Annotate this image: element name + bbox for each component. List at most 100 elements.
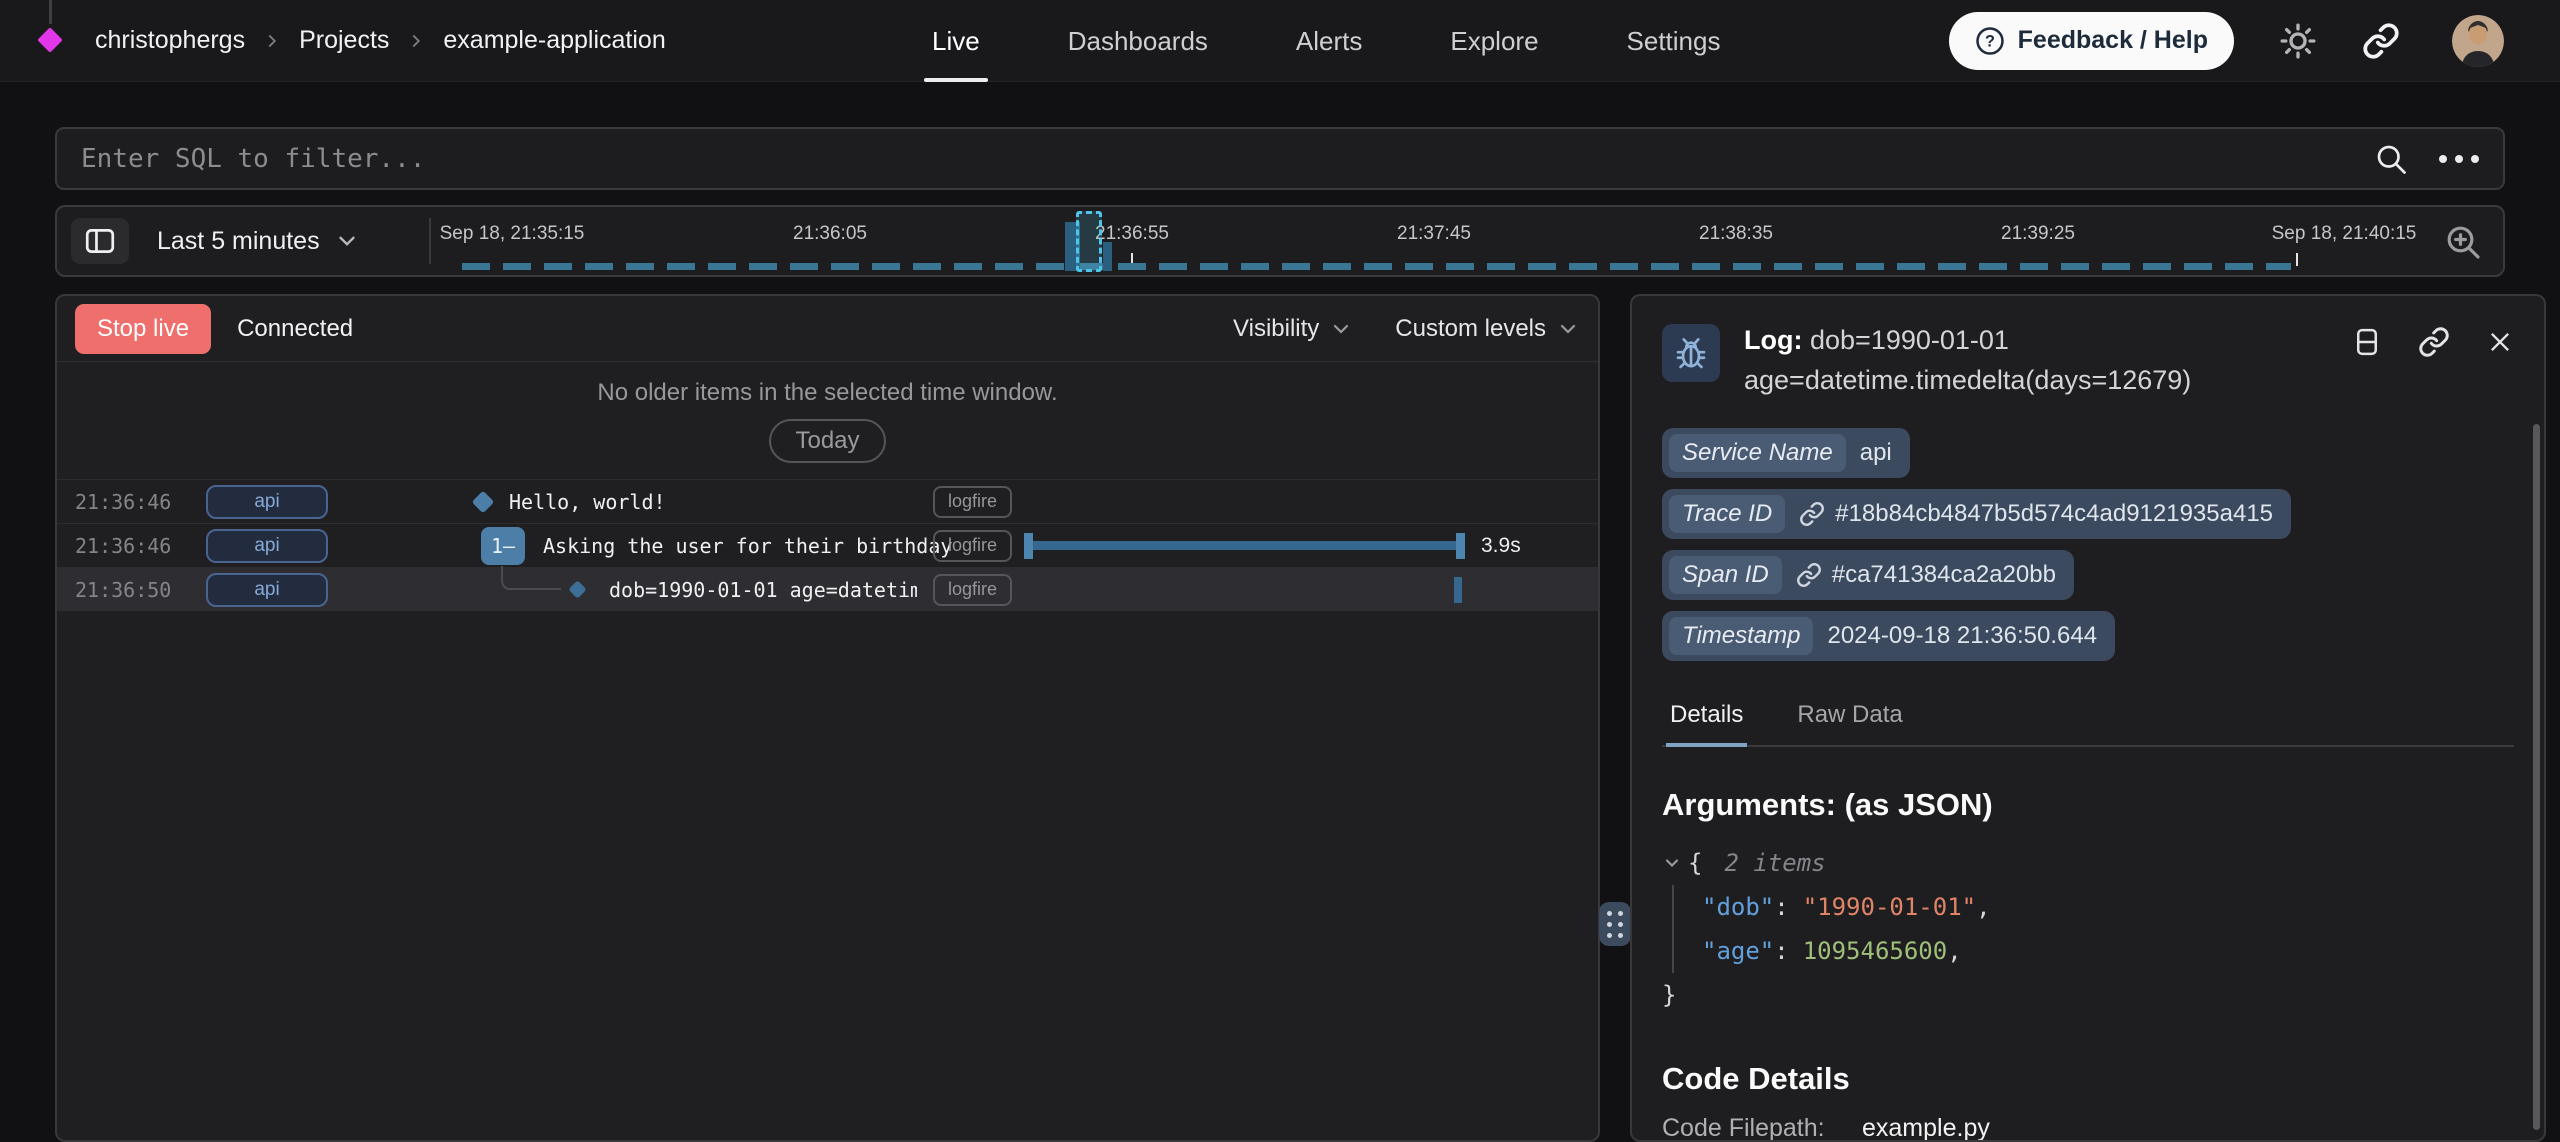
close-panel-button[interactable]	[2486, 328, 2514, 356]
sql-filter-bar	[55, 127, 2505, 190]
stop-live-button[interactable]: Stop live	[75, 304, 211, 354]
sidebar-toggle-button[interactable]	[71, 218, 129, 264]
feedback-help-label: Feedback / Help	[2018, 26, 2208, 55]
scope-badge[interactable]: logfire	[933, 530, 1012, 562]
scrollbar-thumb[interactable]	[2533, 424, 2540, 1130]
timeline-histogram-baseline[interactable]	[462, 263, 2291, 270]
arguments-json-viewer: { 2 items "dob":"1990-01-01", "age":1095…	[1662, 841, 2514, 1017]
trace-id-badge[interactable]: Trace ID #18b84cb4847b5d574c4ad9121935a4…	[1662, 489, 2291, 539]
chevron-down-icon	[1556, 317, 1580, 341]
chevron-right-icon	[261, 30, 283, 52]
scope-badge[interactable]: logfire	[933, 574, 1012, 606]
filter-actions	[2373, 141, 2479, 177]
span-duration-bar[interactable]	[1024, 533, 1465, 559]
log-diamond-icon	[568, 580, 586, 598]
detail-title: Log: dob=1990-01-01 age=datetime.timedel…	[1744, 320, 2191, 400]
tree-connector	[501, 566, 561, 590]
user-avatar[interactable]	[2452, 15, 2504, 67]
live-controls: Stop live Connected Visibility Custom le…	[57, 296, 1598, 362]
split-view-button[interactable]	[2352, 327, 2382, 357]
breadcrumb-projects[interactable]: Projects	[299, 26, 389, 55]
collapse-children-badge[interactable]: 1–	[481, 527, 525, 565]
code-filepath-label: Code Filepath:	[1662, 1114, 1862, 1142]
tab-details[interactable]: Details	[1666, 691, 1747, 747]
breadcrumb-org[interactable]: christophergs	[95, 26, 245, 55]
log-row[interactable]: 21:36:46 api 1– Asking the user for thei…	[57, 523, 1598, 567]
service-badge[interactable]: api	[206, 529, 328, 563]
tab-settings[interactable]: Settings	[1627, 0, 1721, 82]
log-timestamp: 21:36:50	[75, 578, 171, 602]
timeline-tick: 21:36:05	[793, 223, 867, 245]
share-link-button[interactable]	[2362, 22, 2400, 60]
timeline-tick: 21:38:35	[1699, 223, 1773, 245]
logo-stem	[49, 0, 52, 24]
log-detail-panel: Log: dob=1990-01-01 age=datetime.timedel…	[1630, 294, 2546, 1142]
question-circle-icon: ?	[1975, 26, 2005, 56]
service-badge[interactable]: api	[206, 573, 328, 607]
timeline-selected-range[interactable]	[1076, 211, 1102, 272]
theme-toggle-button[interactable]	[2278, 21, 2318, 61]
time-range-label: Last 5 minutes	[157, 227, 320, 256]
header-actions: ? Feedback / Help	[1949, 12, 2504, 70]
log-kind-icon-box	[1662, 324, 1720, 382]
main-nav: Live Dashboards Alerts Explore Settings	[932, 0, 1720, 82]
span-id-badge[interactable]: Span ID #ca741384ca2a20bb	[1662, 550, 2074, 600]
log-time-marker	[1454, 577, 1462, 603]
search-icon[interactable]	[2373, 141, 2409, 177]
log-message: Asking the user for their birthday	[543, 534, 952, 558]
tab-live[interactable]: Live	[932, 0, 980, 82]
log-row-selected[interactable]: 21:36:50 api dob=1990-01-01 age=datetime…	[57, 567, 1598, 611]
more-options-icon[interactable]	[2439, 155, 2479, 163]
log-timestamp: 21:36:46	[75, 490, 171, 514]
log-rows: 21:36:46 api Hello, world! logfire 21:36…	[57, 479, 1598, 611]
link-icon	[2362, 22, 2400, 60]
timeline-tick: 21:37:45	[1397, 223, 1471, 245]
timeline-tick: 21:39:25	[2001, 223, 2075, 245]
json-open-brace: {	[1688, 849, 1702, 877]
zoom-in-icon	[2443, 222, 2483, 262]
timeline-tick: Sep 18, 21:40:15	[2272, 223, 2417, 245]
log-message: Hello, world!	[509, 490, 666, 514]
breadcrumb-project[interactable]: example-application	[443, 26, 665, 55]
visibility-dropdown[interactable]: Visibility	[1233, 315, 1353, 343]
json-entry: "age":1095465600,	[1702, 929, 2514, 973]
live-log-panel: Stop live Connected Visibility Custom le…	[55, 294, 1600, 1142]
code-filepath-value: example.py	[1862, 1114, 1990, 1142]
timeline-bar: Last 5 minutes Sep 18, 21:35:15 21:36:05…	[55, 205, 2505, 277]
divider	[429, 218, 431, 264]
trace-id-value: #18b84cb4847b5d574c4ad9121935a415	[1835, 500, 2273, 528]
sql-filter-input[interactable]	[81, 144, 2373, 174]
service-badge[interactable]: api	[206, 485, 328, 519]
sidebar-toggle-icon	[83, 224, 117, 258]
json-key: "dob"	[1702, 893, 1774, 921]
collapse-caret-icon[interactable]	[1662, 853, 1682, 873]
badge-value: api	[1860, 439, 1892, 467]
bug-icon	[1672, 334, 1710, 372]
panel-resize-handle[interactable]	[1599, 902, 1631, 946]
tab-dashboards[interactable]: Dashboards	[1068, 0, 1208, 82]
badge-label: Trace ID	[1669, 495, 1785, 533]
custom-levels-dropdown[interactable]: Custom levels	[1395, 315, 1580, 343]
timestamp-value: 2024-09-18 21:36:50.644	[1827, 622, 2097, 650]
detail-badges: Service Name api Trace ID #18b84cb4847b5…	[1662, 428, 2514, 661]
feedback-help-button[interactable]: ? Feedback / Help	[1949, 12, 2234, 70]
link-icon	[2418, 326, 2450, 358]
badge-label: Timestamp	[1669, 617, 1813, 655]
chevron-down-icon	[1329, 317, 1353, 341]
visibility-label: Visibility	[1233, 315, 1319, 343]
timeline-zoom-button[interactable]	[2443, 222, 2483, 262]
svg-text:?: ?	[1985, 32, 1995, 50]
time-range-dropdown[interactable]: Last 5 minutes	[157, 207, 360, 275]
today-button[interactable]: Today	[769, 419, 885, 463]
tab-alerts[interactable]: Alerts	[1296, 0, 1362, 82]
tab-explore[interactable]: Explore	[1450, 0, 1538, 82]
tab-raw-data[interactable]: Raw Data	[1793, 691, 1906, 745]
log-row[interactable]: 21:36:46 api Hello, world! logfire	[57, 479, 1598, 523]
scope-badge[interactable]: logfire	[933, 486, 1012, 518]
copy-link-button[interactable]	[2418, 326, 2450, 358]
timeline-histogram-bar[interactable]	[1103, 242, 1112, 271]
json-value: "1990-01-01"	[1803, 893, 1976, 921]
logfire-logo-icon[interactable]	[37, 27, 62, 52]
json-value: 1095465600	[1803, 937, 1948, 965]
detail-header: Log: dob=1990-01-01 age=datetime.timedel…	[1662, 320, 2514, 400]
